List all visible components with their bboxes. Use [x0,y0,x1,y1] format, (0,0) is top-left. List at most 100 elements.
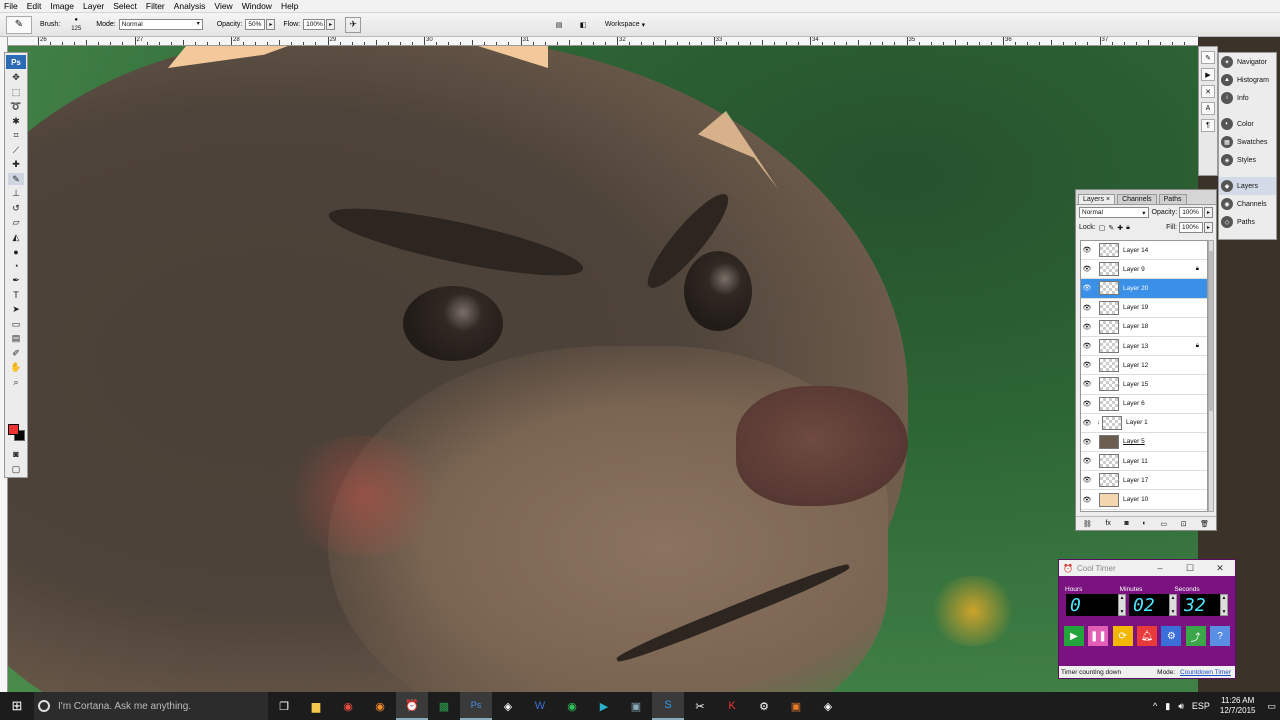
flow-input[interactable]: 100% [303,19,326,30]
scrollbar-thumb[interactable] [1209,251,1213,411]
taskbar-chrome[interactable]: ◉ [332,692,364,720]
adjustment-layer-icon[interactable]: ◐ [1142,520,1146,527]
taskbar-app[interactable]: ▣ [780,692,812,720]
volume-icon[interactable]: 🔊︎ [1178,701,1184,712]
hours-display[interactable]: 0 [1066,594,1118,616]
eye-icon[interactable]: 👁︎ [1081,457,1093,465]
tool-presets-icon[interactable]: ▶ [1201,68,1215,81]
dock-color[interactable]: ◐ Color [1219,115,1276,133]
hours-stepper[interactable]: ▲ ▼ [1118,594,1126,616]
eye-icon[interactable]: 👁︎ [1081,265,1093,273]
mode-select[interactable]: Normal ▾ [118,19,203,30]
flow-slider-button[interactable]: ▸ [326,19,336,30]
play-button[interactable]: ▶ [1064,626,1084,646]
layers-scrollbar[interactable] [1208,240,1214,512]
dock-styles[interactable]: ◈ Styles [1219,151,1276,169]
settings-button[interactable]: ⚙ [1161,626,1182,646]
seconds-stepper[interactable]: ▲ ▼ [1220,594,1228,616]
zoom-tool-icon[interactable]: ⌕ [8,376,24,388]
eye-icon[interactable]: 👁︎ [1081,361,1093,369]
layer-opacity-input[interactable]: 100% [1179,207,1204,218]
eye-icon[interactable]: 👁︎ [1081,380,1093,388]
menu-image[interactable]: Image [50,1,74,11]
crop-tool-icon[interactable]: ⌗ [8,130,24,142]
opacity-input[interactable]: 50% [245,19,266,30]
healing-tool-icon[interactable]: ✚ [8,159,24,171]
menu-select[interactable]: Select [113,1,137,11]
trash-icon[interactable]: 🗑︎ [1200,520,1209,528]
layer-row[interactable]: 👁︎ Layer 11 [1081,452,1207,472]
menu-filter[interactable]: Filter [146,1,165,11]
timer-mode-link[interactable]: Countdown Timer [1180,669,1231,676]
layer-opacity-slider-button[interactable]: ▸ [1204,207,1213,218]
layer-style-icon[interactable]: fx [1105,520,1110,527]
eye-icon[interactable]: 👁︎ [1081,400,1093,408]
dock-channels[interactable]: ◉ Channels [1219,195,1276,213]
history-brush-tool-icon[interactable]: ↺ [8,202,24,214]
pause-button[interactable]: ❚❚ [1088,626,1109,646]
taskbar-app[interactable]: ▶ [588,692,620,720]
taskbar-photoshop[interactable]: Ps [460,692,492,720]
quick-mask-icon[interactable]: ◙ [8,448,24,460]
fill-input[interactable]: 100% [1179,222,1203,233]
lock-transparency-icon[interactable]: ▢ [1099,224,1106,232]
layer-row[interactable]: 👁︎ Layer 15 [1081,375,1207,395]
airbrush-toggle[interactable]: ✈ [345,16,362,33]
taskbar-file-explorer[interactable]: ▆ [300,692,332,720]
close-icon[interactable]: × [1106,196,1110,203]
eye-icon[interactable]: 👁︎ [1081,342,1093,350]
brush-picker[interactable]: ● 125 [64,16,88,34]
actions-icon[interactable]: ✕ [1201,85,1215,98]
layer-row[interactable]: 👁︎ Layer 13 🔒︎ [1081,337,1207,357]
lock-position-icon[interactable]: ✚ [1117,224,1123,232]
layer-row[interactable]: 👁︎ Layer 14 [1081,241,1207,261]
taskbar-app[interactable]: ◈ [812,692,844,720]
stamp-tool-icon[interactable]: ⊥ [8,188,24,200]
alarm-button[interactable]: 🔔︎ [1136,626,1157,646]
eye-icon[interactable]: 👁︎ [1081,246,1093,254]
close-icon[interactable]: ✕ [1205,563,1235,574]
share-button[interactable]: ⤴ [1185,626,1206,646]
network-icon[interactable]: ▮ [1165,701,1170,712]
foreground-color-swatch[interactable] [8,424,19,435]
taskbar-skype[interactable]: S [652,692,684,720]
layer-row[interactable]: 👁︎ Layer 5 [1081,433,1207,453]
taskbar-firefox[interactable]: ◉ [364,692,396,720]
shape-tool-icon[interactable]: ▭ [8,318,24,330]
dock-info[interactable]: i Info [1219,89,1276,107]
gradient-tool-icon[interactable]: ◭ [8,231,24,243]
layer-mask-icon[interactable]: ◙ [1125,520,1129,527]
brushes-icon[interactable]: ✎ [1201,51,1215,64]
hand-tool-icon[interactable]: ✋ [8,362,24,374]
layer-row[interactable]: 👁︎ Layer 19 [1081,299,1207,318]
eye-icon[interactable]: 👁︎ [1081,304,1093,312]
blur-tool-icon[interactable]: ● [8,246,24,258]
start-button[interactable]: ⊞ [0,692,34,720]
layer-row[interactable]: 👁︎ Layer 6 [1081,395,1207,414]
marquee-tool-icon[interactable]: ⬚ [8,86,24,98]
taskbar-settings[interactable]: ⚙ [748,692,780,720]
new-group-icon[interactable]: ▭ [1160,520,1167,528]
new-layer-icon[interactable]: ⊡ [1181,520,1187,528]
eye-icon[interactable]: 👁︎ [1081,419,1093,427]
keyboard-language[interactable]: ESP [1192,701,1210,711]
blend-mode-select[interactable]: Normal ▾ [1079,207,1149,218]
dodge-tool-icon[interactable]: ◔ [8,260,24,272]
link-layers-icon[interactable]: ⛓︎ [1083,520,1092,528]
taskbar-timer-app[interactable]: ⏰ [396,692,428,720]
move-tool-icon[interactable]: ✥ [8,72,24,84]
taskbar-app[interactable]: K [716,692,748,720]
layer-row[interactable]: 👁︎ Layer 18 [1081,318,1207,337]
fill-slider-button[interactable]: ▸ [1204,222,1213,233]
magic-wand-tool-icon[interactable]: ✱ [8,115,24,127]
taskbar-excel[interactable]: ▩ [428,692,460,720]
eye-icon[interactable]: 👁︎ [1081,496,1093,504]
layer-row[interactable]: 👁︎ Layer 12 [1081,356,1207,376]
lasso-tool-icon[interactable]: ➰ [8,101,24,113]
palette-well-button[interactable]: ▤ [552,17,566,33]
eye-icon[interactable]: 👁︎ [1081,476,1093,484]
maximize-icon[interactable]: ☐ [1175,563,1205,574]
opacity-slider-button[interactable]: ▸ [266,19,276,30]
dock-swatches[interactable]: ▦ Swatches [1219,133,1276,151]
notes-tool-icon[interactable]: ▤ [8,333,24,345]
